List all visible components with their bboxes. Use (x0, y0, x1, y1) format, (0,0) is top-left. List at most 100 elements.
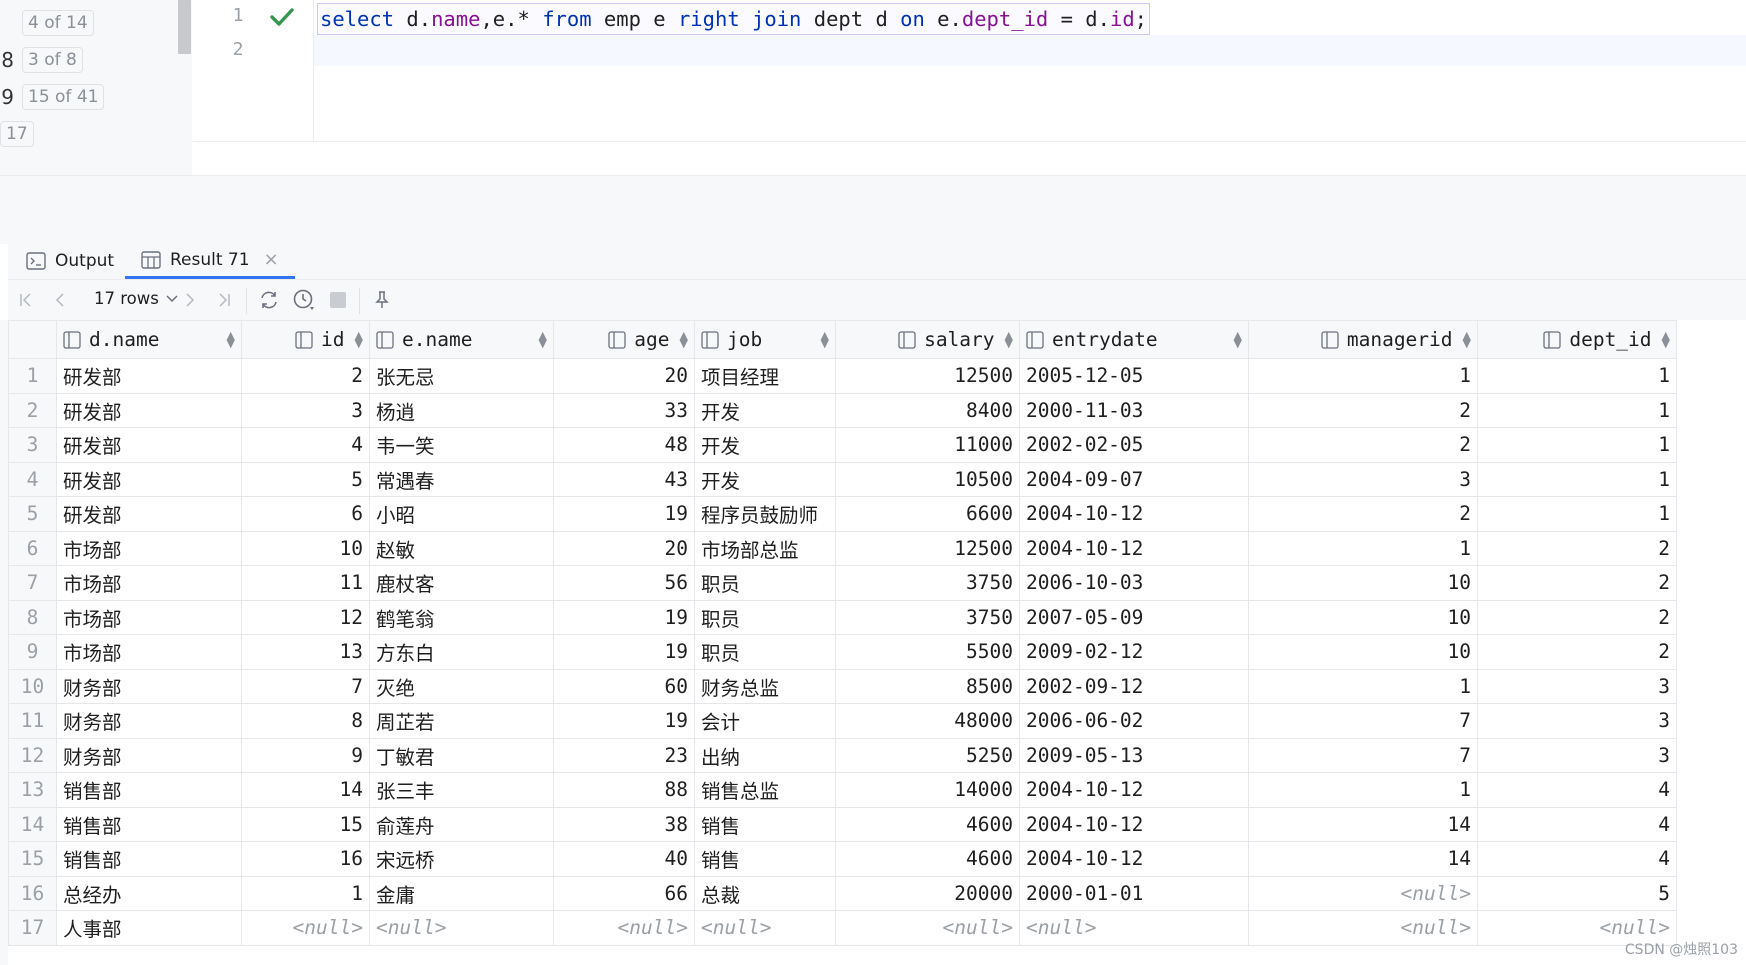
table-cell[interactable]: 5250 (835, 737, 1020, 773)
table-row[interactable]: 12 财务部 9 丁敏君 23 出纳 5250 2009-05-13 7 3 (8, 737, 1677, 773)
table-cell[interactable]: 1 (1248, 358, 1478, 394)
table-cell[interactable]: 市场部 (56, 599, 242, 635)
table-cell[interactable]: 2 (1248, 496, 1478, 532)
navigator-row[interactable]: 4 of 14 (0, 10, 94, 36)
row-number[interactable]: 6 (8, 530, 57, 566)
table-cell[interactable]: 销售 (694, 806, 836, 842)
sort-icon[interactable]: ▲ ▼ (680, 330, 688, 349)
table-cell[interactable]: 销售部 (56, 806, 242, 842)
table-cell[interactable]: 2 (1248, 392, 1478, 428)
table-cell[interactable]: 总裁 (694, 875, 836, 911)
rows-count-dropdown[interactable]: 17 rows (94, 289, 179, 308)
row-number[interactable]: 1 (8, 358, 57, 394)
table-cell[interactable]: 7 (1248, 737, 1478, 773)
table-cell[interactable]: 8500 (835, 668, 1020, 704)
row-number[interactable]: 16 (8, 875, 57, 911)
table-cell[interactable]: <null> (694, 910, 836, 946)
table-cell[interactable]: 19 (553, 703, 695, 739)
table-cell[interactable]: 1 (1248, 530, 1478, 566)
table-cell[interactable]: 48000 (835, 703, 1020, 739)
table-cell[interactable]: 8 (241, 703, 370, 739)
result-grid[interactable]: d.name ▲ ▼ id ▲ ▼ e.name ▲ ▼ age ▲ ▼ job ▲ ▼ salar… (8, 320, 1677, 946)
table-cell[interactable]: 3 (1477, 737, 1677, 773)
table-cell[interactable]: 4600 (835, 806, 1020, 842)
table-cell[interactable]: 1 (1248, 668, 1478, 704)
table-cell[interactable]: 2007-05-09 (1019, 599, 1249, 635)
column-header-dept-id[interactable]: dept_id ▲ ▼ (1477, 320, 1677, 359)
table-cell[interactable]: 2004-10-12 (1019, 530, 1249, 566)
table-cell[interactable]: 14 (1248, 806, 1478, 842)
table-cell[interactable]: 2 (241, 358, 370, 394)
column-header-e-name[interactable]: e.name ▲ ▼ (369, 320, 554, 359)
table-cell[interactable]: 66 (553, 875, 695, 911)
table-cell[interactable]: 市场部 (56, 634, 242, 670)
table-cell[interactable]: 2009-05-13 (1019, 737, 1249, 773)
sql-statement-line[interactable]: select d.name,e.* from emp e right join … (317, 3, 1151, 35)
table-cell[interactable]: 2005-12-05 (1019, 358, 1249, 394)
row-number[interactable]: 7 (8, 565, 57, 601)
table-cell[interactable]: 2 (1248, 427, 1478, 463)
table-cell[interactable]: 5 (1477, 875, 1677, 911)
table-cell[interactable]: 销售部 (56, 772, 242, 808)
row-number[interactable]: 12 (8, 737, 57, 773)
table-cell[interactable]: 10 (1248, 565, 1478, 601)
sort-icon[interactable]: ▲ ▼ (1662, 330, 1670, 349)
table-row[interactable]: 6 市场部 10 赵敏 20 市场部总监 12500 2004-10-12 1 2 (8, 530, 1677, 566)
table-cell[interactable]: 10500 (835, 461, 1020, 497)
reload-button[interactable] (257, 288, 281, 312)
table-cell[interactable]: 12 (241, 599, 370, 635)
table-cell[interactable]: <null> (1019, 910, 1249, 946)
table-row[interactable]: 9 市场部 13 方东白 19 职员 5500 2009-02-12 10 2 (8, 634, 1677, 670)
column-header-salary[interactable]: salary ▲ ▼ (835, 320, 1020, 359)
table-row[interactable]: 4 研发部 5 常遇春 43 开发 10500 2004-09-07 3 1 (8, 461, 1677, 497)
table-cell[interactable]: 3 (1477, 668, 1677, 704)
table-cell[interactable]: 开发 (694, 392, 836, 428)
table-cell[interactable]: 1 (1477, 427, 1677, 463)
table-cell[interactable]: 灭绝 (369, 668, 554, 704)
table-cell[interactable]: 3 (1248, 461, 1478, 497)
table-cell[interactable]: 7 (1248, 703, 1478, 739)
next-page-button[interactable] (178, 288, 202, 312)
table-cell[interactable]: 19 (553, 599, 695, 635)
cancel-query-button[interactable] (326, 288, 350, 312)
row-number[interactable]: 5 (8, 496, 57, 532)
table-cell[interactable]: <null> (369, 910, 554, 946)
first-page-button[interactable] (14, 288, 38, 312)
table-cell[interactable]: 4 (1477, 806, 1677, 842)
table-cell[interactable]: 5 (241, 461, 370, 497)
table-cell[interactable]: 13 (241, 634, 370, 670)
sql-editor[interactable]: 1 2 select d.name,e.* from emp e right j… (193, 0, 1746, 142)
table-cell[interactable]: <null> (835, 910, 1020, 946)
table-cell[interactable]: 出纳 (694, 737, 836, 773)
table-cell[interactable]: 14 (241, 772, 370, 808)
table-cell[interactable]: 韦一笑 (369, 427, 554, 463)
column-header-d-name[interactable]: d.name ▲ ▼ (56, 320, 242, 359)
table-cell[interactable]: 杨逍 (369, 392, 554, 428)
table-cell[interactable]: 丁敏君 (369, 737, 554, 773)
table-cell[interactable]: 5500 (835, 634, 1020, 670)
table-cell[interactable]: 3 (1477, 703, 1677, 739)
table-cell[interactable]: 研发部 (56, 496, 242, 532)
table-row[interactable]: 13 销售部 14 张三丰 88 销售总监 14000 2004-10-12 1 4 (8, 772, 1677, 808)
sort-icon[interactable]: ▲ ▼ (529, 330, 547, 349)
table-cell[interactable]: 金庸 (369, 875, 554, 911)
table-row[interactable]: 17 人事部 <null> <null> <null> <null> <null> <null… (8, 910, 1677, 946)
table-cell[interactable]: 张三丰 (369, 772, 554, 808)
table-cell[interactable]: 2 (1477, 634, 1677, 670)
row-number[interactable]: 14 (8, 806, 57, 842)
table-cell[interactable]: 研发部 (56, 358, 242, 394)
table-cell[interactable]: 4 (1477, 772, 1677, 808)
table-cell[interactable]: 56 (553, 565, 695, 601)
row-number[interactable]: 8 (8, 599, 57, 635)
row-number[interactable]: 13 (8, 772, 57, 808)
tab-result[interactable]: Result 71 × (125, 243, 295, 279)
table-cell[interactable]: 2002-09-12 (1019, 668, 1249, 704)
table-cell[interactable]: 销售部 (56, 841, 242, 877)
table-row[interactable]: 11 财务部 8 周芷若 19 会计 48000 2006-06-02 7 3 (8, 703, 1677, 739)
table-cell[interactable]: 销售 (694, 841, 836, 877)
last-page-button[interactable] (212, 288, 236, 312)
table-cell[interactable]: 9 (241, 737, 370, 773)
row-number[interactable]: 9 (8, 634, 57, 670)
table-cell[interactable]: 财务总监 (694, 668, 836, 704)
column-header-managerid[interactable]: managerid ▲ ▼ (1248, 320, 1478, 359)
